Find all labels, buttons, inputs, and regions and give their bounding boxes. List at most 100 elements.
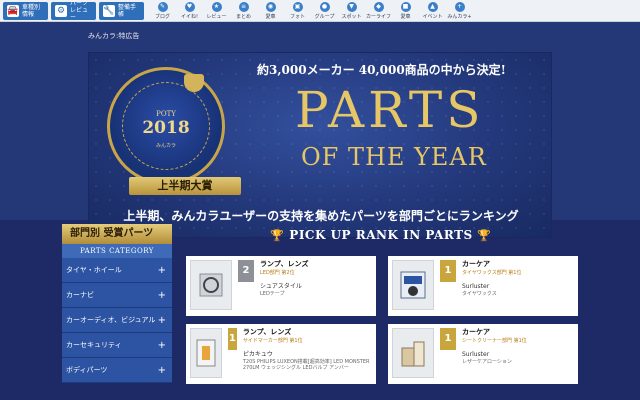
badge-sub: みんカラ [155,143,176,149]
plus-icon: + [157,289,166,301]
like-icon: ♥ [184,1,195,12]
rank-number: 1 [440,260,456,282]
photo-icon: ▣ [292,1,303,12]
nav-item-blog[interactable]: ✎ ブログ [150,1,175,20]
card-brand: ピカキュウ [242,351,273,358]
card-brand: Surluster [462,283,490,290]
sidebar-heading: 部門別 受賞パーツ [62,224,172,244]
pickup-heading: 🏆 PICK UP RANK IN PARTS 🏆 [186,228,576,242]
rank-card[interactable]: 1 ランプ、レンズ サイドマーカー部門 第1位 ピカキュウ T20S PHILI… [186,324,376,384]
parts-review-icon: ⚙ [55,4,67,17]
rank-card[interactable]: 1 カーケア シートクリーナー部門 第1位 Surluster レザーケアローシ… [388,324,578,384]
nav-item-label: ブログ [154,13,170,20]
hero-description: 上半期、みんカラユーザーの支持を集めたパーツを部門ごとにランキング [123,209,519,223]
rank-number: 2 [238,260,254,282]
nav-item-review[interactable]: ★ レビュー [204,1,229,20]
card-subcategory: タイヤワックス部門 第1位 [462,270,522,276]
sidebar-item-label: カーオーディオ、ビジュアル [66,316,156,324]
nav-item-label: カーライフ [366,13,392,20]
nav-item-label: イベント [422,13,443,20]
nav-item-event[interactable]: ▲ イベント [420,1,445,20]
minkara-icon: + [454,1,465,12]
trophy-icon: 🏆 [477,229,492,242]
badge-year: 2018 [142,118,190,138]
sidebar-item-body-parts[interactable]: ボディパーツ + [62,358,172,383]
led-bulb-icon [190,328,222,378]
plus-icon: + [157,314,166,326]
sidebar-item-label: カーセキュリティ [66,341,122,349]
card-category: カーケア [462,328,490,336]
card-brand: シュアスタイル [260,283,302,290]
card-category: ランプ、レンズ [242,328,292,336]
nav-item-spot[interactable]: ▼ スポット [339,1,364,20]
rank-card[interactable]: 2 ランプ、レンズ LED部門 第2位 シュアスタイル LEDテープ [186,256,376,316]
tire-wax-box-icon [392,260,434,310]
nav-item-label: スポット [341,13,362,20]
plus-icon: + [157,339,166,351]
leather-care-icon [392,328,434,378]
nav-item-label: 愛車 [265,13,276,20]
nav-item-summary[interactable]: ≡ まとめ [231,1,256,20]
card-brand: Surluster [462,351,490,358]
car-life-icon: ◆ [373,1,384,12]
sidebar-item-label: ボディパーツ [66,366,108,374]
review-icon: ★ [211,1,222,12]
trophy-icon: 🏆 [270,229,285,242]
nav-item-photo[interactable]: ▣ フォト [285,1,310,20]
garage-icon: ■ [400,1,411,12]
parts-category-label: PARTS CATEGORY [62,244,172,258]
promo-banner: みんカラ:特広告 POTY 2018 みんカラ 上半期大賞 約3,000メーカー… [0,22,640,238]
sidebar-item-audio-visual[interactable]: カーオーディオ、ビジュアル + [62,308,172,333]
card-subcategory: シートクリーナー部門 第1位 [462,338,527,344]
card-category: カーケア [462,260,490,268]
nav-item-label: イイね! [180,13,198,20]
card-product: T20S PHILIPS LUXEON搭載[超高効率] LED MONSTER … [242,359,370,371]
used-car-icon: ◉ [265,1,276,12]
spot-icon: ▼ [346,1,357,12]
blog-icon: ✎ [157,1,168,12]
sidebar-item-label: カーナビ [66,291,94,299]
nav-item-group[interactable]: ● グループ [312,1,337,20]
first-half-award-ribbon: 上半期大賞 [129,177,241,195]
rank-number: 1 [440,328,456,350]
sidebar-item-tires-wheels[interactable]: タイヤ・ホイール + [62,258,172,283]
top-nav-bar: 🚘 車種別情報 ⚙ パーツレビュー 🔧 整備手帳 ✎ ブログ ♥ イイね! ★ レビュ… [0,0,640,22]
pickup-title: PICK UP RANK IN PARTS [289,228,473,242]
plus-icon: + [157,364,166,376]
nav-item-minkara-plus[interactable]: + みんカラ+ [447,1,472,20]
nav-item-label: 愛車 [400,13,411,20]
nav-item-label: フォト [289,13,305,20]
plus-icon: + [157,264,166,276]
rank-card[interactable]: 1 カーケア タイヤワックス部門 第1位 Surluster タイヤワックス [388,256,578,316]
wrench-icon: 🔧 [103,4,115,17]
sidebar-item-security[interactable]: カーセキュリティ + [62,333,172,358]
card-product: LEDテープ [260,291,285,297]
nav-car-info-button[interactable]: 🚘 車種別情報 [3,1,48,20]
nav-maintenance-button[interactable]: 🔧 整備手帳 [99,1,144,20]
secondary-nav: ✎ ブログ ♥ イイね! ★ レビュー ≡ まとめ ◉ 愛車 ▣ フォト ● グループ ▼ スポ… [150,1,472,20]
hero-tagline: 約3,000メーカー 40,000商品の中から決定! [257,63,506,77]
card-category: ランプ、レンズ [260,260,309,268]
nav-item-used-car[interactable]: ◉ 愛車 [258,1,283,20]
nav-button-label: パーツレビュー [70,0,89,21]
nav-item-label: まとめ [235,13,251,20]
nav-button-label: 車種別情報 [22,3,41,18]
event-icon: ▲ [427,1,438,12]
nav-item-label: グループ [314,13,335,20]
nav-button-label: 整備手帳 [118,3,137,18]
nav-parts-review-button[interactable]: ⚙ パーツレビュー [51,0,96,21]
nav-item-like[interactable]: ♥ イイね! [177,1,202,20]
led-tape-icon [190,260,232,310]
sponsor-label: みんカラ:特広告 [88,32,140,40]
nav-item-label: レビュー [206,13,227,20]
summary-icon: ≡ [238,1,249,12]
nav-item-garage[interactable]: ■ 愛車 [393,1,418,20]
car-icon: 🚘 [7,4,19,17]
sidebar-item-label: タイヤ・ホイール [66,266,122,274]
sidebar-item-car-navi[interactable]: カーナビ + [62,283,172,308]
parts-of-the-year-hero[interactable]: POTY 2018 みんカラ 上半期大賞 約3,000メーカー 40,000商品… [88,52,552,238]
rank-number: 1 [228,328,237,350]
nav-item-label: みんカラ+ [447,13,472,20]
category-sidebar: 部門別 受賞パーツ PARTS CATEGORY タイヤ・ホイール + カーナビ +… [62,224,172,383]
nav-item-car-life[interactable]: ◆ カーライフ [366,1,392,20]
